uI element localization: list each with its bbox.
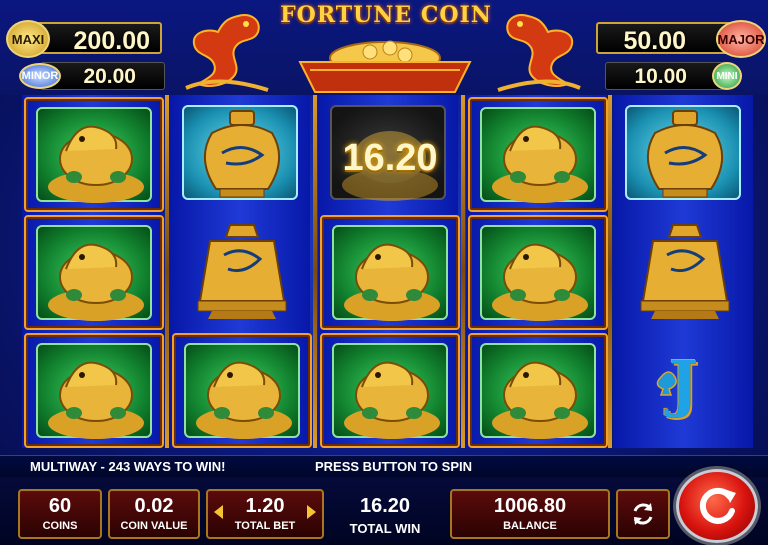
golden-bell-icon bbox=[197, 224, 287, 319]
minor-jackpot-value: 20.00 bbox=[83, 65, 136, 88]
balance-panel: 1006.80 BALANCE bbox=[450, 489, 610, 539]
right-dragon-icon bbox=[497, 14, 581, 92]
spin-button[interactable] bbox=[676, 469, 758, 543]
golden-turtle-icon bbox=[344, 361, 440, 439]
coins-value: 60 bbox=[48, 495, 72, 517]
autoplay-button[interactable] bbox=[616, 489, 670, 539]
golden-turtle-icon bbox=[492, 125, 588, 203]
game-title: FORTUNE COIN bbox=[280, 2, 492, 28]
control-bar: 60 COINS 0.02 COIN VALUE 1.20 TOTAL BET … bbox=[0, 477, 768, 545]
maxi-badge: MAXI bbox=[6, 20, 50, 58]
symbol-turtle bbox=[24, 97, 164, 212]
total-win-display: 16.20 TOTAL WIN bbox=[335, 495, 435, 536]
win-amount-label: 16.20 bbox=[342, 137, 438, 179]
symbol-vase bbox=[172, 97, 312, 212]
balance-value: 1006.80 bbox=[493, 495, 567, 517]
major-jackpot-box: 50.00 bbox=[596, 22, 736, 55]
total-win-value: 16.20 bbox=[359, 495, 411, 517]
golden-turtle-icon bbox=[344, 243, 440, 321]
coins-panel[interactable]: 60 COINS bbox=[18, 489, 102, 539]
message-bar: MULTIWAY - 243 WAYS TO WIN! PRESS BUTTON… bbox=[0, 455, 768, 477]
autoplay-arrows-icon bbox=[633, 503, 653, 525]
letter-j-symbol: J bbox=[669, 347, 699, 420]
golden-turtle-icon bbox=[492, 243, 588, 321]
symbol-bell bbox=[172, 215, 312, 330]
symbol-turtle-win: 16.20 bbox=[320, 97, 460, 212]
golden-turtle-icon bbox=[48, 125, 144, 203]
coin-bowl-icon bbox=[298, 40, 472, 93]
game-screen: 200.00 MAXI 20.00 MINOR 50.00 MAJOR 10.0… bbox=[0, 0, 768, 545]
symbol-turtle bbox=[320, 333, 460, 448]
minor-badge: MINOR bbox=[19, 63, 61, 89]
symbol-bell bbox=[615, 215, 755, 330]
coins-label: COINS bbox=[42, 520, 78, 532]
golden-turtle-icon bbox=[48, 361, 144, 439]
major-jackpot-value: 50.00 bbox=[623, 27, 686, 55]
golden-vase-icon bbox=[647, 110, 723, 198]
coin-value-panel[interactable]: 0.02 COIN VALUE bbox=[108, 489, 200, 539]
major-badge: MAJOR bbox=[716, 20, 766, 58]
balance-label: BALANCE bbox=[503, 520, 557, 532]
symbol-j: J bbox=[615, 333, 755, 448]
reel-area: 16.20 J bbox=[22, 95, 753, 450]
symbol-turtle bbox=[24, 333, 164, 448]
spin-circular-arrow-icon bbox=[699, 487, 736, 524]
symbol-turtle bbox=[172, 333, 312, 448]
symbol-turtle bbox=[468, 333, 608, 448]
top-bar: 200.00 MAXI 20.00 MINOR 50.00 MAJOR 10.0… bbox=[0, 0, 768, 95]
total-win-label: TOTAL WIN bbox=[349, 521, 421, 536]
maxi-jackpot-value: 200.00 bbox=[73, 27, 150, 55]
golden-bell-icon bbox=[640, 224, 730, 319]
increase-bet-arrow-icon[interactable] bbox=[307, 505, 316, 519]
spin-prompt-message: PRESS BUTTON TO SPIN bbox=[315, 459, 472, 474]
multiway-message: MULTIWAY - 243 WAYS TO WIN! bbox=[30, 459, 226, 474]
coin-value-label: COIN VALUE bbox=[120, 520, 188, 532]
symbol-vase bbox=[615, 97, 755, 212]
total-bet-value: 1.20 bbox=[245, 495, 285, 517]
mini-badge: MINI bbox=[712, 62, 742, 90]
symbol-turtle bbox=[24, 215, 164, 330]
symbol-turtle bbox=[320, 215, 460, 330]
golden-turtle-icon bbox=[492, 361, 588, 439]
symbol-turtle bbox=[468, 97, 608, 212]
left-dragon-icon bbox=[185, 14, 269, 92]
golden-vase-icon bbox=[204, 110, 280, 198]
total-bet-label: TOTAL BET bbox=[234, 520, 296, 532]
coin-value-value: 0.02 bbox=[134, 495, 174, 517]
mini-jackpot-value: 10.00 bbox=[634, 65, 687, 88]
golden-turtle-icon bbox=[196, 361, 292, 439]
total-bet-panel: 1.20 TOTAL BET bbox=[206, 489, 324, 539]
golden-turtle-icon bbox=[48, 243, 144, 321]
decrease-bet-arrow-icon[interactable] bbox=[214, 505, 223, 519]
symbol-turtle bbox=[468, 215, 608, 330]
